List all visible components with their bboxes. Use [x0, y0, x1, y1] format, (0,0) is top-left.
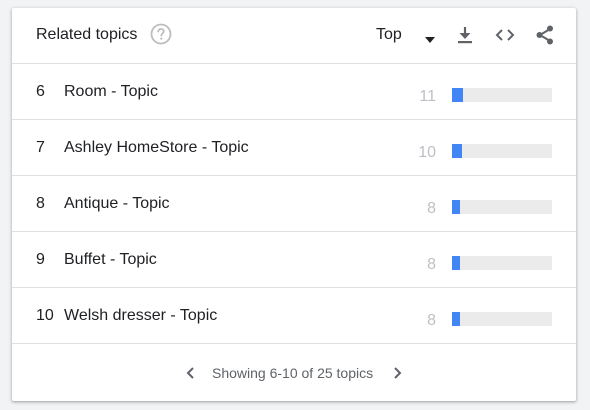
interest-bar-fill	[452, 144, 462, 158]
related-topics-card: Related topics Top 6 Room - Topic 11 7 A…	[12, 8, 576, 401]
chevron-right-icon[interactable]	[388, 364, 406, 382]
interest-value: 10	[418, 144, 436, 161]
pager-text: Showing 6-10 of 25 topics	[212, 365, 374, 381]
topic-link[interactable]: Room - Topic	[64, 83, 158, 101]
interest-bar-fill	[452, 88, 463, 102]
interest-bar-fill	[452, 200, 460, 214]
share-icon[interactable]	[534, 24, 556, 46]
sort-dropdown[interactable]: Top	[374, 22, 440, 48]
card-header: Related topics Top	[12, 8, 576, 64]
list-item[interactable]: 6 Room - Topic 11	[12, 64, 576, 120]
topic-link[interactable]: Buffet - Topic	[64, 251, 157, 269]
interest-bar	[452, 200, 552, 214]
interest-value: 8	[427, 256, 436, 273]
interest-value: 11	[419, 88, 436, 105]
download-icon[interactable]	[454, 24, 476, 46]
interest-bar-fill	[452, 256, 460, 270]
list-item[interactable]: 9 Buffet - Topic 8	[12, 232, 576, 288]
rank-number: 8	[36, 195, 45, 212]
topic-link[interactable]: Welsh dresser - Topic	[64, 307, 217, 325]
help-circle-icon[interactable]	[150, 23, 172, 45]
rank-number: 6	[36, 83, 45, 100]
list-item[interactable]: 7 Ashley HomeStore - Topic 10	[12, 120, 576, 176]
embed-code-icon[interactable]	[494, 24, 516, 46]
list-item[interactable]: 10 Welsh dresser - Topic 8	[12, 288, 576, 344]
interest-bar-fill	[452, 312, 460, 326]
interest-value: 8	[427, 312, 436, 329]
interest-bar	[452, 256, 552, 270]
chevron-left-icon[interactable]	[182, 364, 200, 382]
caret-down-icon	[424, 31, 436, 43]
sort-dropdown-value: Top	[376, 26, 402, 43]
interest-bar	[452, 144, 552, 158]
topic-link[interactable]: Ashley HomeStore - Topic	[64, 139, 249, 157]
list-item[interactable]: 8 Antique - Topic 8	[12, 176, 576, 232]
topic-link[interactable]: Antique - Topic	[64, 195, 170, 213]
interest-bar	[452, 88, 552, 102]
rank-number: 10	[36, 307, 54, 324]
card-title: Related topics	[36, 26, 138, 43]
pagination: Showing 6-10 of 25 topics	[12, 344, 576, 401]
rank-number: 7	[36, 139, 45, 156]
interest-bar	[452, 312, 552, 326]
rank-number: 9	[36, 251, 45, 268]
interest-value: 8	[427, 200, 436, 217]
